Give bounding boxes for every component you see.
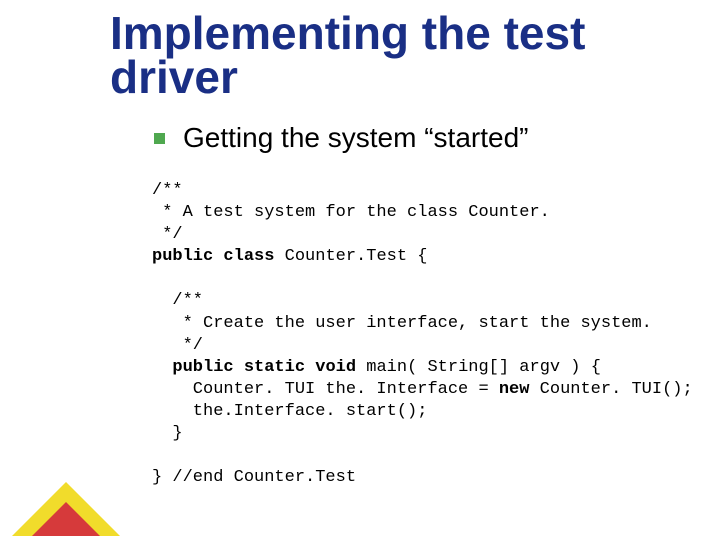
slide-title: Implementing the test driver	[110, 12, 680, 99]
bullet-text: Getting the system “started”	[183, 122, 528, 154]
code-keyword: public	[152, 247, 213, 266]
code-text: Counter.Test {	[274, 247, 427, 266]
code-line: } //end Counter.Test	[152, 468, 356, 487]
bullet-icon	[154, 133, 165, 144]
code-text: Counter. TUI the. Interface =	[152, 380, 499, 399]
code-text: main( String[] argv ) {	[356, 358, 601, 377]
code-block: /** * A test system for the class Counte…	[152, 180, 680, 489]
slide: Implementing the test driver Getting the…	[0, 0, 720, 540]
code-line: * Create the user interface, start the s…	[152, 314, 652, 333]
code-keyword: new	[499, 380, 530, 399]
code-line: */	[152, 336, 203, 355]
code-line: * A test system for the class Counter.	[152, 203, 550, 222]
code-keyword: static	[244, 358, 305, 377]
code-line: */	[152, 225, 183, 244]
code-keyword: class	[223, 247, 274, 266]
code-line: /**	[152, 181, 183, 200]
code-line: /**	[152, 291, 203, 310]
code-line: }	[152, 424, 183, 443]
code-keyword: void	[315, 358, 356, 377]
code-line: the.Interface. start();	[152, 402, 427, 421]
decor-triangle-red	[32, 502, 100, 536]
code-keyword: public	[172, 358, 233, 377]
bullet-row: Getting the system “started”	[154, 122, 680, 154]
code-indent	[152, 358, 172, 377]
code-text: Counter. TUI();	[529, 380, 692, 399]
